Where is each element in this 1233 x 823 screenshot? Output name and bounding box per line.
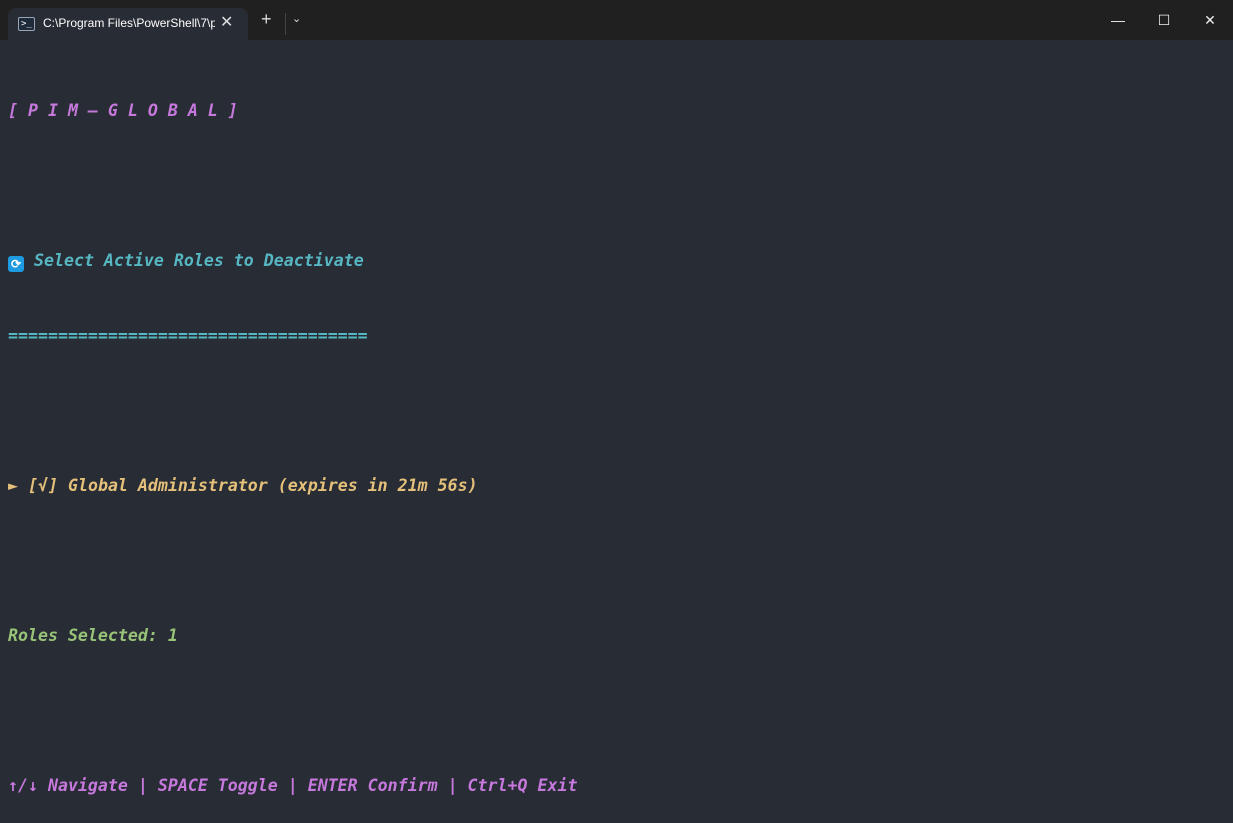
new-tab-button[interactable]: + bbox=[261, 10, 272, 28]
role-label: Global Administrator (expires in 21m 56s… bbox=[67, 476, 478, 495]
divider bbox=[285, 13, 286, 35]
tab-title: C:\Program Files\PowerShell\7\pwsh.exe bbox=[43, 16, 215, 30]
section-title-text: Select Active Roles to Deactivate bbox=[34, 251, 364, 270]
chevron-down-icon[interactable]: ⌄ bbox=[292, 12, 301, 25]
minimize-button[interactable]: — bbox=[1095, 6, 1141, 34]
pointer-icon: ► bbox=[8, 476, 18, 495]
close-tab-icon[interactable]: ✕ bbox=[220, 12, 233, 32]
app-header: [ P I M – G L O B A L ] bbox=[8, 101, 238, 120]
sync-icon: ⟳ bbox=[8, 256, 24, 272]
terminal-output[interactable]: [ P I M – G L O B A L ] ⟳ Select Active R… bbox=[8, 48, 577, 823]
section-title: ⟳ Select Active Roles to Deactivate bbox=[8, 248, 577, 273]
close-window-button[interactable]: ✕ bbox=[1187, 6, 1233, 34]
title-bar: >_ C:\Program Files\PowerShell\7\pwsh.ex… bbox=[0, 0, 1233, 40]
help-text: ↑/↓ Navigate | SPACE Toggle | ENTER Conf… bbox=[8, 776, 578, 795]
roles-selected-count: Roles Selected: 1 bbox=[8, 626, 178, 645]
powershell-icon: >_ bbox=[18, 17, 35, 31]
role-item[interactable]: ► [√] Global Administrator (expires in 2… bbox=[8, 473, 577, 498]
tab-powershell[interactable]: >_ C:\Program Files\PowerShell\7\pwsh.ex… bbox=[8, 8, 248, 40]
maximize-button[interactable]: ☐ bbox=[1141, 6, 1187, 34]
role-checkbox[interactable]: [√] bbox=[28, 476, 58, 495]
divider-line: ==================================== bbox=[8, 326, 368, 345]
